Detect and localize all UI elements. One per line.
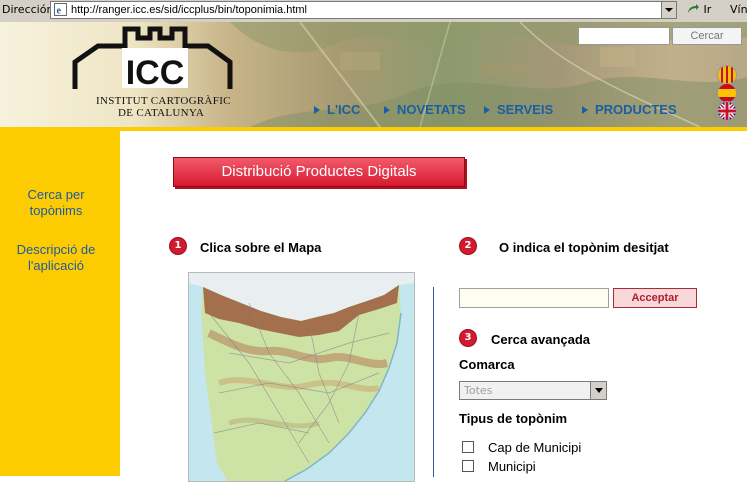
address-url: http://ranger.icc.es/sid/iccplus/bin/top… — [71, 4, 308, 16]
nav-novetats[interactable]: NOVETATS — [384, 102, 466, 117]
sidebar-item-cerca-toponims[interactable]: Cerca per topònims — [0, 187, 112, 219]
address-dropdown-button[interactable] — [661, 1, 677, 19]
site-search-button[interactable]: Cercar — [672, 27, 742, 45]
nav-licc[interactable]: L'ICC — [314, 102, 360, 117]
step-3-label: Cerca avançada — [491, 332, 591, 347]
triangle-right-icon — [384, 106, 390, 114]
chevron-down-icon[interactable] — [590, 382, 606, 399]
catalonia-map-image — [189, 273, 414, 481]
uk-flag-icon[interactable] — [718, 102, 736, 120]
triangle-right-icon — [484, 106, 490, 114]
address-input[interactable]: e http://ranger.icc.es/sid/iccplus/bin/t… — [50, 1, 662, 19]
triangle-right-icon — [314, 106, 320, 114]
links-label[interactable]: Vín — [730, 3, 747, 16]
address-label: Dirección — [2, 3, 54, 16]
checkbox-cap-de-municipi[interactable] — [462, 441, 474, 453]
site-header: ICC INSTITUT CARTOGRÀFIC DE CATALUNYA Ce… — [0, 22, 747, 127]
sidebar-item-descripcio[interactable]: Descripció de l'aplicació — [0, 242, 112, 274]
ie-page-icon: e — [54, 3, 67, 16]
catalan-flag-icon[interactable] — [718, 66, 736, 84]
checkbox-municipi[interactable] — [462, 460, 474, 472]
step-1-badge: 1 — [170, 238, 186, 254]
checkbox-label: Cap de Municipi — [488, 440, 582, 455]
nav-productes[interactable]: PRODUCTES — [582, 102, 677, 117]
svg-text:e: e — [57, 6, 62, 17]
nav-serveis[interactable]: SERVEIS — [484, 102, 553, 117]
logo-subtitle-2: DE CATALUNYA — [118, 107, 205, 119]
comarca-selected-value: Totes — [464, 384, 493, 397]
triangle-right-icon — [582, 106, 588, 114]
site-search-input[interactable] — [578, 27, 670, 45]
step-1-label: Clica sobre el Mapa — [200, 240, 322, 255]
comarca-select[interactable]: Totes — [459, 381, 607, 400]
step-2-badge: 2 — [460, 238, 476, 254]
step-2-label: O indica el topònim desitjat — [499, 240, 669, 255]
column-divider — [433, 287, 434, 477]
logo-subtitle-1: INSTITUT CARTOGRÀFIC — [96, 95, 231, 107]
checkbox-label: Municipi — [488, 459, 536, 474]
catalonia-clickable-map[interactable] — [188, 272, 415, 482]
go-arrow-icon — [688, 4, 699, 13]
sidebar — [0, 127, 120, 476]
step-3-badge: 3 — [460, 330, 476, 346]
comarca-label: Comarca — [459, 357, 515, 372]
go-label: Ir — [703, 3, 712, 16]
distribucio-productes-button[interactable]: Distribució Productes Digitals — [173, 157, 465, 187]
spanish-flag-icon[interactable] — [718, 84, 736, 102]
toponim-input[interactable] — [459, 288, 609, 308]
accept-button[interactable]: Acceptar — [613, 288, 697, 308]
tipus-toponim-label: Tipus de topònim — [459, 411, 568, 426]
chevron-down-icon — [665, 8, 673, 12]
browser-address-bar: Dirección e http://ranger.icc.es/sid/icc… — [0, 0, 747, 23]
svg-text:ICC: ICC — [126, 54, 185, 92]
go-button[interactable]: Ir — [686, 3, 711, 16]
